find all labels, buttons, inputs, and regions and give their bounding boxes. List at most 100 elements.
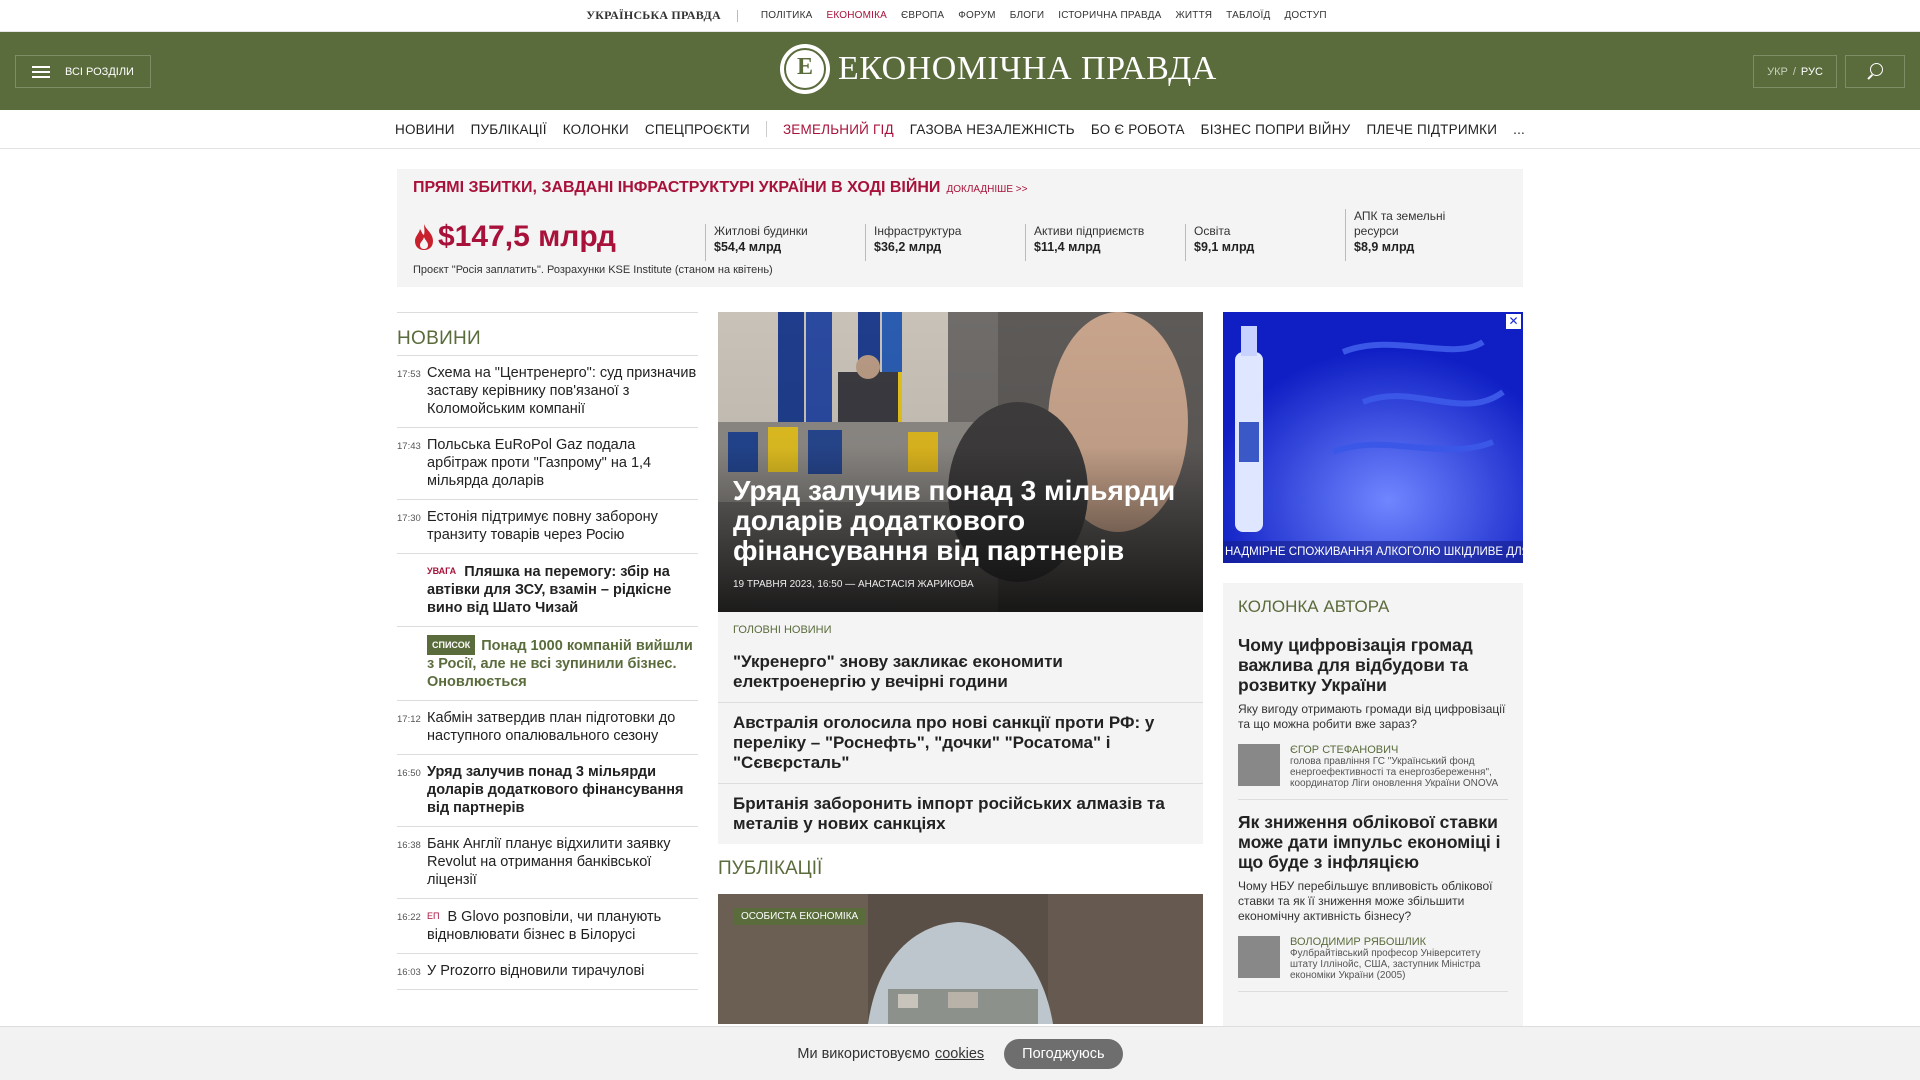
divider (736, 9, 738, 22)
news-title[interactable]: Естонія підтримує повну заборону транзит… (427, 508, 698, 544)
nav-gas-independence[interactable]: ГАЗОВА НЕЗАЛЕЖНІСТЬ (910, 122, 1075, 137)
top-news-list: ГОЛОВНІ НОВИНИ "Укренерго" знову заклика… (718, 612, 1203, 844)
logo-seal-icon: Е (780, 44, 830, 94)
topbar-link-forum[interactable]: ФОРУМ (958, 10, 996, 21)
lang-rus[interactable]: РУС (1801, 66, 1823, 78)
attention-badge: УВАГА (427, 566, 457, 576)
top-news-heading: ГОЛОВНІ НОВИНИ (733, 624, 832, 636)
columns-heading[interactable]: КОЛОНКА АВТОРА (1238, 597, 1508, 617)
lang-separator: / (1792, 65, 1796, 78)
stat-housing: Житлові будинки $54,4 млрд (705, 224, 855, 261)
news-title[interactable]: Кабмін затвердив план підготовки до наст… (427, 709, 698, 745)
column-author: ЄГОР СТЕФАНОВИЧ голова правління ГС "Укр… (1238, 744, 1508, 789)
banner-more-link[interactable]: ДОКЛАДНІШЕ >> (946, 184, 1027, 195)
publications-heading[interactable]: ПУБЛІКАЦІЇ (718, 858, 1203, 880)
stat-education: Освіта $9,1 млрд (1185, 224, 1335, 261)
news-time: 16:38 (397, 840, 421, 851)
nav-publications[interactable]: ПУБЛІКАЦІЇ (471, 122, 547, 137)
news-item[interactable]: 17:30 Естонія підтримує повну заборону т… (397, 500, 698, 554)
column-title[interactable]: Як зниження облікової ставки може дати і… (1238, 812, 1508, 872)
up-brand-link[interactable]: УКРАЇНСЬКА ПРАВДА (586, 8, 721, 23)
news-title[interactable]: ЕП В Glovo розповіли, чи планують відновл… (427, 907, 698, 944)
main-column: Уряд залучив понад 3 мільярди доларів до… (718, 312, 1203, 1024)
close-icon[interactable]: ✕ (1506, 314, 1521, 329)
stat-label: Інфраструктура (874, 224, 962, 238)
column-lead: Яку вигоду отримають громади від цифрові… (1238, 702, 1506, 731)
news-title[interactable]: Уряд залучив понад 3 мільярди доларів до… (427, 763, 698, 817)
topbar-link-europe[interactable]: ЄВРОПА (901, 10, 944, 21)
stat-agro: АПК та земельні ресурси $8,9 млрд (1345, 209, 1475, 261)
hero-article[interactable]: Уряд залучив понад 3 мільярди доларів до… (718, 312, 1203, 612)
menu-icon (32, 66, 50, 78)
cookie-text: Ми використовуємо (797, 1045, 930, 1062)
all-sections-label: ВСІ РОЗДІЛИ (65, 65, 134, 78)
news-item[interactable]: 16:50 Уряд залучив понад 3 мільярди дола… (397, 755, 698, 827)
news-title[interactable]: У Prozorro відновили тирачулові (427, 962, 698, 980)
nav-columns[interactable]: КОЛОНКИ (563, 122, 629, 137)
topbar-link-politics[interactable]: ПОЛІТИКА (761, 10, 813, 21)
nav-news[interactable]: НОВИНИ (395, 122, 455, 137)
all-sections-button[interactable]: ВСІ РОЗДІЛИ (15, 55, 151, 88)
news-title[interactable]: Польська EuRoPol Gaz подала арбітраж про… (427, 436, 698, 490)
publication-category-badge[interactable]: ОСОБИСТА ЕКОНОМІКА (733, 908, 867, 925)
hero-photo (718, 312, 1203, 612)
news-item[interactable]: УВАГА Пляшка на перемогу: збір на автівки… (397, 554, 698, 627)
news-item[interactable]: 16:22 ЕП В Glovo розповіли, чи планують в… (397, 899, 698, 954)
topbar-link-life[interactable]: ЖИТТЯ (1175, 10, 1212, 21)
author-role: голова правління ГС "Український фонд ен… (1290, 756, 1499, 789)
advertisement[interactable]: ✕ НАДМІРНЕ СПОЖИВАННЯ АЛКОГОЛЮ ШКІДЛИВЕ … (1223, 312, 1523, 563)
avatar[interactable] (1238, 744, 1280, 786)
nav-special-projects[interactable]: СПЕЦПРОЄКТИ (645, 122, 750, 137)
cookie-accept-button[interactable]: Погоджуюсь (1004, 1038, 1123, 1069)
news-item[interactable]: 17:12 Кабмін затвердив план підготовки д… (397, 701, 698, 755)
news-item[interactable]: СПИСОК Понад 1000 компаній вийшли з Росії… (397, 627, 698, 701)
stat-value: $8,9 млрд (1354, 240, 1415, 254)
news-title[interactable]: УВАГА Пляшка на перемогу: збір на автівки… (427, 562, 698, 617)
author-name[interactable]: ВОЛОДИМИР РЯБОШЛИК (1290, 936, 1508, 948)
nav-more-button[interactable]: ... (1513, 122, 1525, 137)
news-title[interactable]: Схема на "Центренерго": суд призначив за… (427, 364, 698, 418)
news-heading[interactable]: НОВИНИ (397, 328, 698, 350)
column-article[interactable]: Чому цифровізація громад важлива для від… (1238, 635, 1508, 800)
topbar-link-tabloid[interactable]: ТАБЛОЇД (1226, 10, 1270, 21)
topbar-link-economics[interactable]: ЕКОНОМІКА (826, 10, 887, 21)
news-title[interactable]: Банк Англії планує відхилити заявку Revo… (427, 835, 698, 889)
column-lead: Чому НБУ перебільшує впливовість обліков… (1238, 879, 1493, 923)
news-item[interactable]: 16:03 У Prozorro відновили тирачулові (397, 954, 698, 990)
news-item[interactable]: 17:53 Схема на "Центренерго": суд призна… (397, 356, 698, 428)
cookie-link[interactable]: cookies (935, 1046, 984, 1062)
column-author: ВОЛОДИМИР РЯБОШЛИК Фулбрайтівський профе… (1238, 936, 1508, 981)
war-damage-banner[interactable]: ПРЯМІ ЗБИТКИ, ЗАВДАНІ ІНФРАСТРУКТУРІ УКР… (397, 169, 1523, 287)
right-column: ✕ НАДМІРНЕ СПОЖИВАННЯ АЛКОГОЛЮ ШКІДЛИВЕ … (1223, 312, 1523, 1053)
hero-title[interactable]: Уряд залучив понад 3 мільярди доларів до… (733, 476, 1193, 566)
top-news-item[interactable]: Австралія оголосила про нові санкції про… (718, 703, 1203, 784)
news-item[interactable]: 16:38 Банк Англії планує відхилити заявк… (397, 827, 698, 899)
nav-land-guide[interactable]: ЗЕМЕЛЬНИЙ ГІД (783, 122, 894, 137)
author-name[interactable]: ЄГОР СТЕФАНОВИЧ (1290, 744, 1508, 756)
topbar-link-access[interactable]: ДОСТУП (1284, 10, 1326, 21)
topbar-link-blogs[interactable]: БЛОГИ (1010, 10, 1045, 21)
column-title[interactable]: Чому цифровізація громад важлива для від… (1238, 635, 1508, 695)
stat-enterprise-assets: Активи підприємств $11,4 млрд (1025, 224, 1175, 261)
news-feed: НОВИНИ 17:53 Схема на "Центренерго": суд… (397, 312, 698, 990)
avatar[interactable] (1238, 936, 1280, 978)
news-time: 16:50 (397, 768, 421, 779)
search-button[interactable] (1845, 55, 1905, 88)
nav-work[interactable]: БО Є РОБОТА (1091, 122, 1185, 137)
top-news-item[interactable]: Британія заборонить імпорт російських ал… (718, 784, 1203, 844)
ad-warning: НАДМІРНЕ СПОЖИВАННЯ АЛКОГОЛЮ ШКІДЛИВЕ ДЛ… (1223, 541, 1523, 563)
news-title[interactable]: СПИСОК Понад 1000 компаній вийшли з Росії… (427, 635, 698, 691)
news-time: 16:22 (397, 912, 421, 923)
cookie-bar: Ми використовуємо cookies Погоджуюсь (0, 1026, 1920, 1080)
site-logo[interactable]: Е ЕКОНОМІЧНА ПРАВДА (780, 44, 1217, 94)
top-news-item[interactable]: "Укренерго" знову закликає економити еле… (718, 642, 1203, 703)
news-item[interactable]: 17:43 Польська EuRoPol Gaz подала арбітр… (397, 428, 698, 500)
topbar-link-history[interactable]: ІСТОРИЧНА ПРАВДА (1058, 10, 1161, 21)
publication-card[interactable]: ОСОБИСТА ЕКОНОМІКА (718, 894, 1203, 1024)
lang-ukr[interactable]: УКР (1767, 66, 1788, 78)
hero-meta: 19 ТРАВНЯ 2023, 16:50 — АНАСТАСІЯ ЖАРИКО… (733, 579, 974, 590)
author-role: Фулбрайтівський професор Університету шт… (1290, 948, 1481, 981)
column-article[interactable]: Як зниження облікової ставки може дати і… (1238, 812, 1508, 992)
nav-business-war[interactable]: БІЗНЕС ПОПРИ ВІЙНУ (1201, 122, 1351, 137)
nav-support[interactable]: ПЛЕЧЕ ПІДТРИМКИ (1366, 122, 1497, 137)
